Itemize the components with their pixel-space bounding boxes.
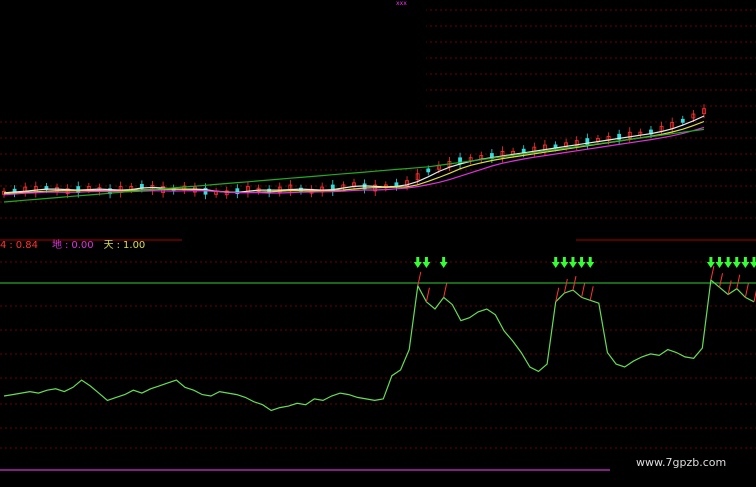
peak-spike [581, 283, 586, 298]
signal-arrow-stem [580, 257, 584, 262]
signal-arrow-stem [709, 257, 713, 262]
peak-spike [719, 273, 724, 288]
signal-arrow-stem [726, 257, 730, 262]
candlestick-series [2, 104, 706, 200]
lower-pane-grid [0, 261, 756, 449]
moving-average-lines [3, 115, 705, 203]
peak-spike [589, 286, 594, 301]
indicator-readout: 4:0.84 地:0.00 天:1.00 [0, 239, 145, 253]
watermark: www.7gpzb.com [636, 456, 727, 469]
oscillator-line [3, 265, 756, 412]
signal-arrow-stem [562, 257, 566, 262]
signal-arrow-stem [743, 257, 747, 262]
signal-arrow [560, 262, 569, 268]
signal-arrow [715, 262, 724, 268]
signal-arrow [439, 262, 448, 268]
signal-arrow-stem [718, 257, 722, 262]
signal-arrow-stem [735, 257, 739, 262]
signal-arrow [577, 262, 586, 268]
readout-b-label: 地 [52, 240, 63, 251]
readout-a-label: 4 [0, 240, 7, 251]
signal-arrow [586, 262, 595, 268]
signal-arrow [750, 262, 756, 268]
signal-arrow [422, 262, 431, 268]
overlay-black-box [0, 0, 426, 112]
readout-c-label: 天 [103, 240, 114, 251]
peak-spike [417, 271, 422, 286]
peak-spike [710, 265, 715, 281]
readout-b-value: 0.00 [71, 240, 94, 251]
signal-arrow-stem [588, 257, 592, 262]
top-tag: xxx [396, 0, 407, 7]
oscillator-polyline [3, 278, 755, 412]
candle-body [426, 168, 431, 173]
signal-arrow-stem [752, 257, 756, 262]
signal-arrow [551, 262, 560, 268]
signal-arrow-stem [424, 257, 428, 262]
signal-arrow [413, 262, 422, 268]
peak-spike [744, 283, 749, 298]
readout-b-sep: : [65, 240, 69, 251]
peak-spike [563, 278, 568, 294]
peak-spike [443, 283, 448, 298]
signal-arrow [568, 262, 577, 268]
signal-arrows [413, 257, 756, 268]
signal-arrow-stem [571, 257, 575, 262]
readout-a-sep: : [9, 240, 13, 251]
readout-c-value: 1.00 [123, 240, 146, 251]
candle-body [680, 118, 685, 123]
signal-arrow [741, 262, 750, 268]
signal-arrow-stem [442, 257, 446, 262]
signal-arrow-stem [416, 257, 420, 262]
signal-arrow [732, 262, 741, 268]
peak-spike [425, 287, 430, 302]
peak-spike [736, 274, 741, 289]
signal-arrow [724, 262, 733, 268]
readout-a-value: 0.84 [15, 240, 39, 251]
signal-arrow-stem [554, 257, 558, 262]
readout-c-sep: : [116, 240, 121, 251]
